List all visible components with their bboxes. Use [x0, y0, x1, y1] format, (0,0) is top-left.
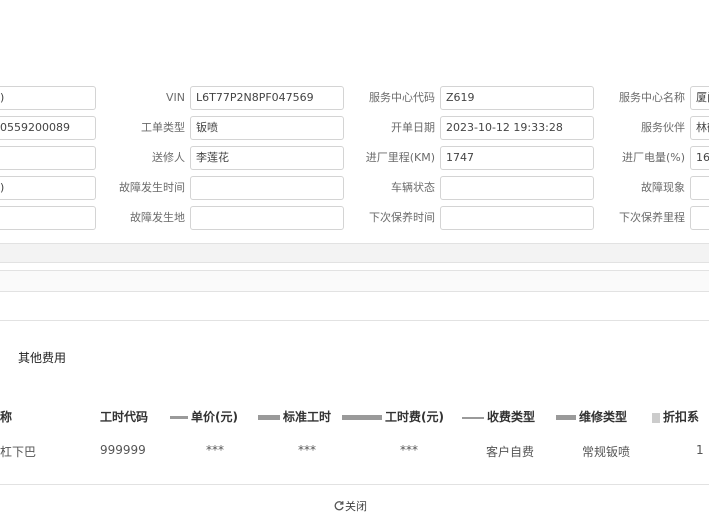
col-header-labor-fee-label: 工时费(元) — [385, 410, 444, 424]
field-value: 0559200089 — [0, 121, 70, 134]
fault-place-field[interactable] — [190, 206, 344, 230]
vin-label: VIN — [166, 91, 185, 104]
col-header-name: 称 — [0, 410, 13, 424]
field-col1-row4[interactable]: ) — [0, 176, 96, 200]
header-mark — [556, 415, 576, 420]
close-button[interactable]: 关闭 — [333, 498, 367, 515]
col-header-labor-code: 工时代码 — [100, 410, 149, 424]
col-header-charge-type-label: 收费类型 — [487, 410, 536, 424]
next-maint-mileage-field[interactable] — [690, 206, 709, 230]
header-mark — [258, 415, 280, 420]
divider — [0, 484, 709, 485]
field-col1-row1[interactable]: ) — [0, 86, 96, 110]
service-name-value: 厦门 — [696, 91, 709, 104]
service-code-value: Z619 — [446, 91, 475, 104]
partner-label: 服务伙伴 — [641, 121, 685, 134]
col-header-charge-type: 收费类型 — [462, 408, 535, 425]
col-header-repair-type: 维修类型 — [556, 408, 627, 425]
col-header-repair-type-label: 维修类型 — [579, 410, 628, 424]
next-maint-time-field[interactable] — [440, 206, 594, 230]
partner-field[interactable]: 林鹤 — [690, 116, 709, 140]
cell-discount: 1 — [696, 443, 704, 457]
cell-name: 杠下巴 — [0, 445, 37, 459]
next-maint-time-label: 下次保养时间 — [369, 211, 435, 224]
col-header-unit-price-label: 单价(元) — [191, 410, 238, 424]
order-type-field[interactable]: 钣喷 — [190, 116, 344, 140]
header-mark — [342, 415, 382, 420]
partner-value: 林鹤 — [696, 121, 709, 134]
fault-phenomenon-label: 故障现象 — [641, 181, 685, 194]
header-mark — [170, 416, 188, 419]
vehicle-status-label: 车辆状态 — [391, 181, 435, 194]
col-header-discount-label: 折扣系 — [663, 410, 700, 424]
service-name-field[interactable]: 厦门 — [690, 86, 709, 110]
mileage-field[interactable]: 1747 — [440, 146, 594, 170]
col-header-std-hours-label: 标准工时 — [283, 410, 332, 424]
open-date-value: 2023-10-12 19:33:28 — [446, 121, 563, 134]
field-phone[interactable]: 0559200089 — [0, 116, 96, 140]
col-header-discount: 折扣系 — [652, 408, 699, 425]
header-mark — [652, 412, 660, 423]
vin-value: L6T77P2N8PF047569 — [196, 91, 314, 104]
vehicle-status-field[interactable] — [440, 176, 594, 200]
cell-std-hours: *** — [298, 443, 316, 457]
field-value: ) — [0, 91, 5, 104]
sender-value: 李莲花 — [196, 151, 229, 164]
fault-place-label: 故障发生地 — [130, 211, 185, 224]
sender-label: 送修人 — [152, 151, 185, 164]
open-date-field[interactable]: 2023-10-12 19:33:28 — [440, 116, 594, 140]
open-date-label: 开单日期 — [391, 121, 435, 134]
col-header-unit-price: 单价(元) — [170, 408, 238, 425]
section-divider-bar-2 — [0, 270, 709, 292]
cell-labor-code: 999999 — [100, 443, 146, 457]
close-label: 关闭 — [345, 500, 367, 513]
cell-repair-type: 常规钣喷 — [582, 445, 631, 459]
fault-phenomenon-field[interactable] — [690, 176, 709, 200]
refresh-icon — [333, 500, 345, 515]
col-header-std-hours: 标准工时 — [258, 408, 331, 425]
field-col1-row3[interactable] — [0, 146, 96, 170]
next-maint-mileage-label: 下次保养里程 — [619, 211, 685, 224]
battery-label: 进厂电量(%) — [621, 151, 685, 164]
service-code-label: 服务中心代码 — [369, 91, 435, 104]
divider — [0, 320, 709, 321]
vin-field[interactable]: L6T77P2N8PF047569 — [190, 86, 344, 110]
cell-charge-type: 客户自费 — [486, 445, 535, 459]
field-value: ) — [0, 181, 5, 194]
cell-labor-fee: *** — [400, 443, 418, 457]
mileage-value: 1747 — [446, 151, 474, 164]
section-divider-bar — [0, 243, 709, 263]
battery-value: 16 — [696, 151, 709, 164]
battery-field[interactable]: 16 — [690, 146, 709, 170]
header-mark — [462, 416, 484, 419]
order-type-value: 钣喷 — [196, 121, 218, 134]
service-code-field[interactable]: Z619 — [440, 86, 594, 110]
col-header-labor-fee: 工时费(元) — [342, 408, 444, 425]
order-type-label: 工单类型 — [141, 121, 185, 134]
fault-time-label: 故障发生时间 — [119, 181, 185, 194]
tab-other-fees[interactable]: 其他费用 — [18, 349, 66, 366]
fault-time-field[interactable] — [190, 176, 344, 200]
mileage-label: 进厂里程(KM) — [365, 151, 435, 164]
sender-field[interactable]: 李莲花 — [190, 146, 344, 170]
service-name-label: 服务中心名称 — [619, 91, 685, 104]
cell-unit-price: *** — [206, 443, 224, 457]
field-col1-row5[interactable] — [0, 206, 96, 230]
